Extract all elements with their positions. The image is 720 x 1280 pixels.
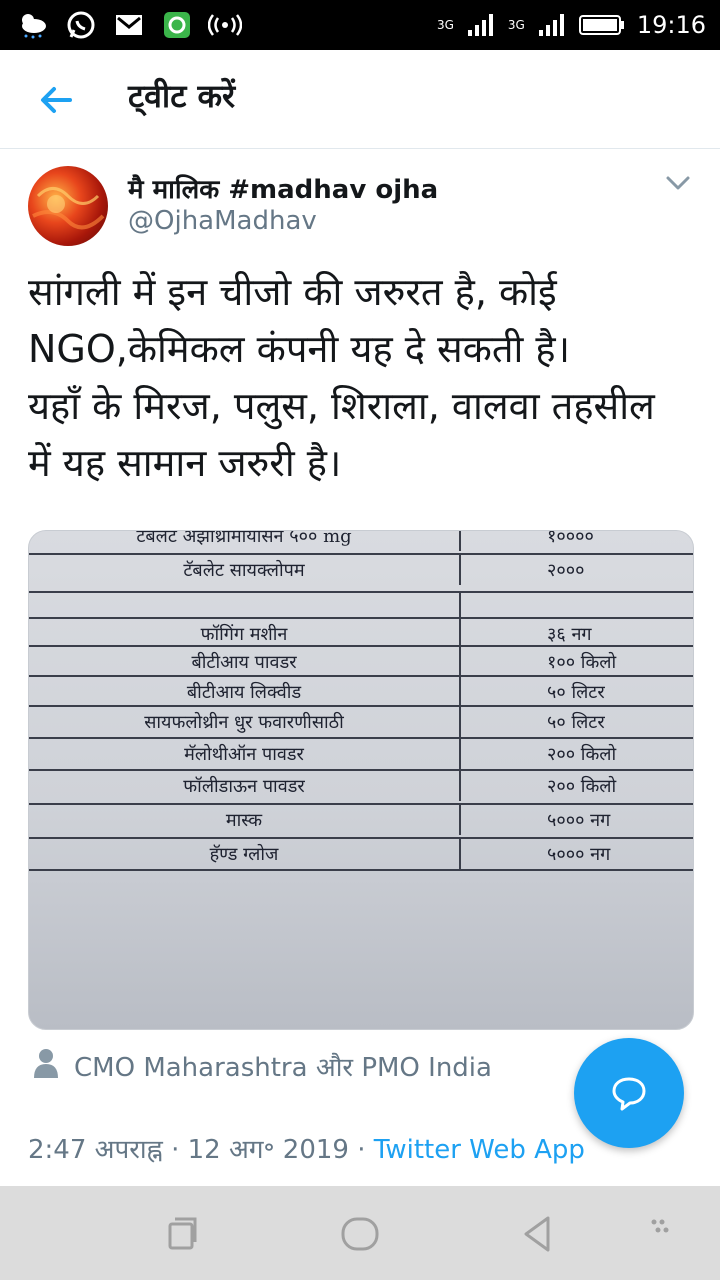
table-divider <box>459 677 461 707</box>
document-item-qty: १०० किलो <box>547 652 617 673</box>
document-row: बीटीआय पावडर १०० किलो <box>29 645 693 677</box>
document-item-qty: ५० लिटर <box>547 682 605 703</box>
document-item-name: फॉगिंग मशीन <box>200 624 288 645</box>
signal-icon <box>467 14 493 36</box>
hotspot-icon <box>208 8 242 42</box>
signal-icon <box>538 14 564 36</box>
document-item-qty: १०००० <box>547 530 594 547</box>
document-item-qty: ५००० नग <box>547 844 611 865</box>
tweet-meta: 2:47 अपराह्न · 12 अग॰ 2019 · Twitter Web… <box>28 1130 585 1166</box>
timestamp: 2:47 अपराह्न · 12 अग॰ 2019 · <box>28 1135 374 1165</box>
document-item-name: टॅबलेट सायक्लोपम <box>183 560 305 581</box>
recents-icon[interactable] <box>158 1210 206 1258</box>
document-row: बीटीआय लिक्वीड ५० लिटर <box>29 675 693 707</box>
table-divider <box>459 707 461 737</box>
network-label: 3G <box>436 18 454 32</box>
document-row: टॅबलेट सायक्लोपम २००० <box>29 553 693 585</box>
battery-icon <box>578 15 624 35</box>
back-arrow-icon[interactable] <box>34 78 78 122</box>
table-divider <box>459 647 461 677</box>
whatsapp-icon <box>64 8 98 42</box>
network-label: 3G <box>507 18 525 32</box>
table-divider <box>459 771 461 801</box>
document-item-qty: २०० किलो <box>547 776 617 797</box>
system-nav-bar <box>0 1186 720 1280</box>
document-row: हॅण्ड ग्लोज ५००० नग <box>29 837 693 869</box>
notification-dots-icon[interactable] <box>644 1210 692 1258</box>
chevron-down-icon[interactable] <box>660 170 696 196</box>
reply-button[interactable] <box>574 1038 684 1148</box>
document-item-name: बीटीआय लिक्वीड <box>186 682 302 703</box>
avatar[interactable] <box>28 166 108 246</box>
app-icon <box>160 8 194 42</box>
document-item-qty: २००० <box>547 560 585 581</box>
document-row: मास्क ५००० नग <box>29 803 693 835</box>
table-bottom-border <box>29 869 693 901</box>
back-nav-icon[interactable] <box>514 1210 562 1258</box>
clock: 19:16 <box>636 11 706 39</box>
page-title: ट्वीट करें <box>128 77 236 115</box>
document-item-name: हॅण्ड ग्लोज <box>209 844 279 865</box>
document-row: मॅलोथीऑन पावडर २०० किलो <box>29 737 693 769</box>
status-bar: 3G 3G 19:16 <box>0 0 720 50</box>
document-item-qty: ५००० नग <box>547 810 611 831</box>
document-item-name: मॅलोथीऑन पावडर <box>184 744 304 765</box>
document-item-qty: २०० किलो <box>547 744 617 765</box>
table-divider <box>459 739 461 769</box>
document-item-name: फॉलीडाऊन पावडर <box>183 776 305 797</box>
author-handle[interactable]: @OjhaMadhav <box>128 206 317 236</box>
document-row: सायफलोथ्रीन धुर फवारणीसाठी ५० लिटर <box>29 705 693 737</box>
mentions-text[interactable]: CMO Maharashtra और PMO India <box>74 1048 492 1084</box>
table-divider <box>459 805 461 835</box>
tweet-text: सांगली में इन चीजो की जरुरत है, कोई NGO,… <box>28 270 655 485</box>
document-item-qty: ५० लिटर <box>547 712 605 733</box>
gmail-icon <box>112 8 146 42</box>
document-item-name: सायफलोथ्रीन धुर फवारणीसाठी <box>144 712 344 733</box>
document-item-name: मास्क <box>225 810 263 831</box>
table-divider <box>459 531 461 551</box>
author-name[interactable]: मै मालिक #madhav ojha <box>128 170 438 206</box>
document-item-qty: ३६ नग <box>547 624 592 645</box>
tweet-photo[interactable]: टॅबलेट अझाथ्रोमायसिन ५०० mg १०००० टॅबलेट स… <box>28 530 694 1030</box>
weather-icon <box>16 8 50 42</box>
table-divider <box>459 555 461 585</box>
source-app-link[interactable]: Twitter Web App <box>374 1135 585 1165</box>
table-divider <box>459 839 461 869</box>
document-row: टॅबलेट अझाथ्रोमायसिन ५०० mg १०००० <box>29 530 693 551</box>
document-item-name: बीटीआय पावडर <box>191 652 297 673</box>
home-icon[interactable] <box>336 1210 384 1258</box>
speech-bubble-icon <box>612 1077 646 1111</box>
app-bar: ट्वीट करें <box>0 50 720 149</box>
document-row: फॉलीडाऊन पावडर २०० किलो <box>29 769 693 801</box>
document-item-name: टॅबलेट अझाथ्रोमायसिन ५०० mg <box>136 530 352 547</box>
person-icon <box>32 1046 60 1080</box>
